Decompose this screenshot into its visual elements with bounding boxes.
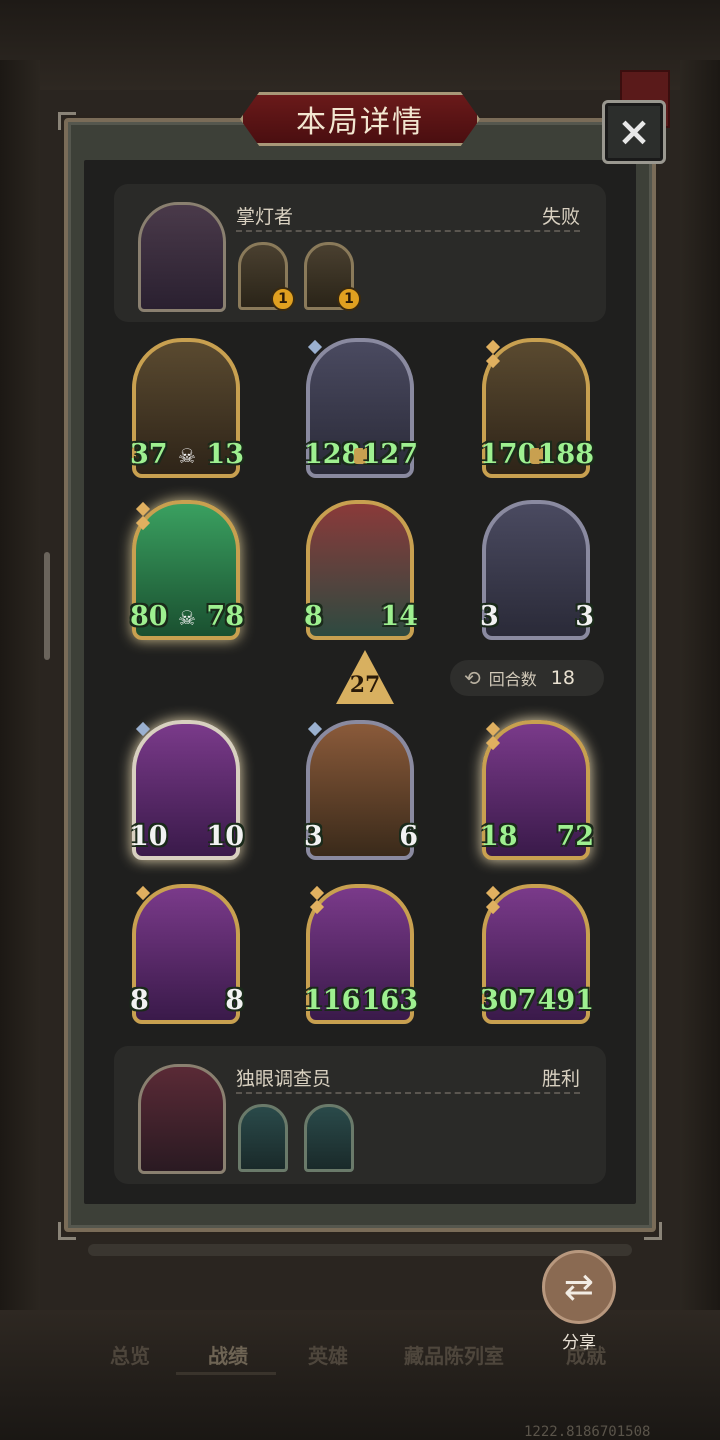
health-value: 127 [361,439,418,470]
minion-card-rocket-crate[interactable]: 3 3 [480,500,594,640]
top-player-result: 失败 [541,206,580,228]
left-wall [0,60,40,1360]
health-value: 163 [361,985,418,1016]
corner-decoration [58,1222,76,1240]
level-value: 27 [349,672,381,698]
attack-value: 18 [480,821,518,852]
attack-value: 128 [304,439,361,470]
top-player-avatar[interactable] [138,202,226,312]
divider [236,230,580,232]
minion-card-red-haired-maiden[interactable]: 8 14 [304,500,418,640]
minion-card-pumpkin-brute[interactable]: 170 188 [480,338,594,478]
minion-card-stone-golem[interactable]: 18 72 [480,720,594,860]
top-player-row: 掌灯者 失败 1 1 [114,184,606,322]
panel-bottom-strip [88,1244,632,1256]
attack-value: 8 [130,985,149,1016]
bottom-player-avatar[interactable] [138,1064,226,1174]
active-tab-indicator [176,1372,276,1375]
bottom-player-result: 胜利 [541,1068,580,1090]
health-value: 3 [575,601,594,632]
skull-icon: ☠ [178,606,196,630]
minion-card-swirl-pumpkin[interactable]: 116 163 [304,884,418,1024]
health-value: 491 [537,985,594,1016]
divider [236,1092,580,1094]
minion-card-tiki-mask[interactable]: 307 491 [480,884,594,1024]
bottom-player-name: 独眼调查员 [236,1068,332,1090]
health-value: 8 [225,985,244,1016]
version-text: 1222.8186701508 [524,1424,651,1440]
top-wall [0,0,720,90]
item-count-badge: 1 [271,287,295,311]
health-value: 188 [537,439,594,470]
tab-overview[interactable]: 总览 [110,1340,150,1369]
minion-card-pumpkin-brute[interactable]: 128 127 [304,338,418,478]
tea-set-item-icon[interactable] [304,1104,354,1172]
blade-item-icon[interactable] [238,1104,288,1172]
health-value: 10 [206,821,244,852]
tab-heroes[interactable]: 英雄 [308,1340,348,1369]
attack-value: 80 [130,601,168,632]
minion-card-swirl-pumpkin[interactable]: 10 10 [130,720,244,860]
minion-card-cactus-creature[interactable]: 8 8 [130,884,244,1024]
side-scroll-handle[interactable] [44,552,50,660]
attack-value: 170 [480,439,537,470]
minion-card-tree-ent[interactable]: 3 6 [304,720,418,860]
item-count-badge: 1 [337,287,361,311]
attack-value: 8 [304,601,323,632]
close-button[interactable]: × [602,100,666,164]
top-player-name: 掌灯者 [236,206,294,228]
minion-card-ghost-priestess[interactable]: 37 ☠ 13 [130,338,244,478]
skull-icon: ☠ [178,444,196,468]
close-icon: × [617,109,651,155]
corner-decoration [58,112,76,130]
masked-face-item-icon[interactable]: 1 [304,242,361,311]
round-counter: ⟲ 回合数 18 [450,660,604,696]
health-value: 14 [380,601,418,632]
attack-value: 3 [480,601,499,632]
bottom-tab-bar [0,1310,720,1440]
minion-card-green-ghost-rogue[interactable]: 80 ☠ 78 [130,500,244,640]
bottom-player-row: 独眼调查员 胜利 [114,1046,606,1184]
health-value: 78 [206,601,244,632]
health-value: 72 [556,821,594,852]
health-value: 13 [206,439,244,470]
attack-value: 10 [130,821,168,852]
corner-decoration [644,1222,662,1240]
health-value: 6 [399,821,418,852]
repeat-icon: ⟲ [464,666,481,690]
right-wall [680,60,720,1360]
attack-value: 307 [480,985,537,1016]
round-value: 18 [550,667,575,689]
title-banner: 本局详情 [240,92,480,146]
round-label: 回合数 [488,670,537,689]
lantern-item-icon[interactable]: 1 [238,242,295,311]
attack-value: 116 [304,985,361,1016]
tab-collection-gallery[interactable]: 藏品陈列室 [404,1340,504,1369]
share-icon: ⇄ [563,1266,595,1308]
page-title: 本局详情 [296,105,424,140]
tab-records[interactable]: 战绩 [208,1340,248,1369]
share-label: 分享 [562,1333,596,1353]
attack-value: 3 [304,821,323,852]
share-button[interactable]: ⇄ [542,1250,616,1324]
attack-value: 37 [130,439,168,470]
